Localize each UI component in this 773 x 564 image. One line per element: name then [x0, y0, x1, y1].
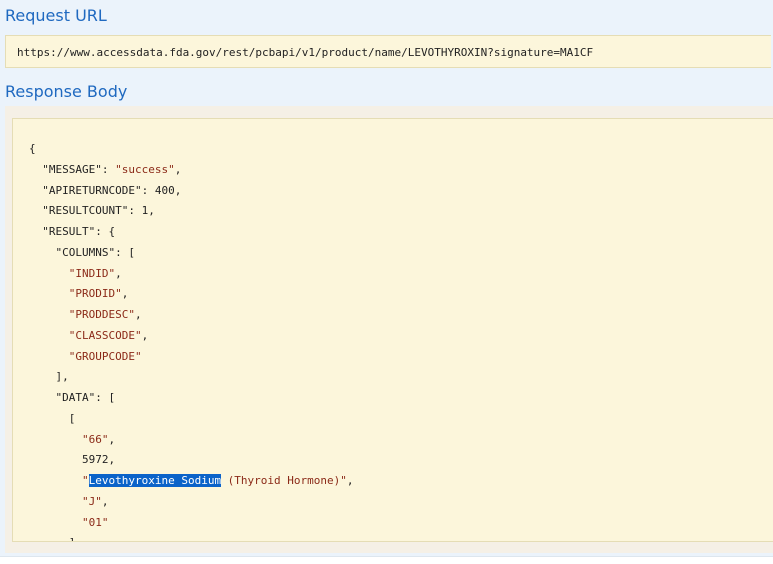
json-line: ] [29, 533, 354, 541]
json-line: "RESULT": { [42, 225, 116, 238]
json-line: "MESSAGE": "success", [42, 162, 182, 176]
json-line: { [29, 142, 36, 155]
json-line: "PRODDESC", [68, 308, 142, 321]
page: Request URL https://www.accessdata.fda.g… [0, 0, 773, 564]
response-body-box[interactable]: { "MESSAGE": "success", "APIRETURNCODE":… [12, 118, 773, 542]
request-url-heading: Request URL [5, 6, 107, 25]
json-line: "Levothyroxine Sodium (Thyroid Hormone)"… [81, 474, 354, 487]
json-line: "66", [81, 432, 116, 446]
bottom-strip [0, 556, 773, 564]
response-body-panel: { "MESSAGE": "success", "APIRETURNCODE":… [5, 106, 773, 553]
json-line: "APIRETURNCODE": 400, [42, 183, 182, 197]
json-line: "INDID", [68, 266, 122, 280]
json-line: ], [55, 370, 69, 384]
response-json[interactable]: { "MESSAGE": "success", "APIRETURNCODE":… [29, 139, 354, 541]
selected-text[interactable]: Levothyroxine Sodium [88, 474, 222, 487]
response-body-heading: Response Body [5, 82, 128, 101]
json-line: "GROUPCODE" [68, 349, 142, 363]
request-url-box[interactable]: https://www.accessdata.fda.gov/rest/pcba… [5, 35, 771, 68]
json-line: "J", [81, 494, 109, 508]
json-line: "01" [81, 515, 109, 529]
request-url-text[interactable]: https://www.accessdata.fda.gov/rest/pcba… [17, 46, 593, 59]
json-line: "RESULTCOUNT": 1, [42, 204, 155, 218]
json-line: "PRODID", [68, 287, 129, 301]
json-line: [ [68, 411, 76, 425]
json-line: 5972, [81, 453, 116, 467]
json-line: "COLUMNS": [ [55, 245, 135, 259]
json-line: "CLASSCODE", [68, 328, 149, 342]
json-line: "DATA": [ [55, 391, 116, 404]
